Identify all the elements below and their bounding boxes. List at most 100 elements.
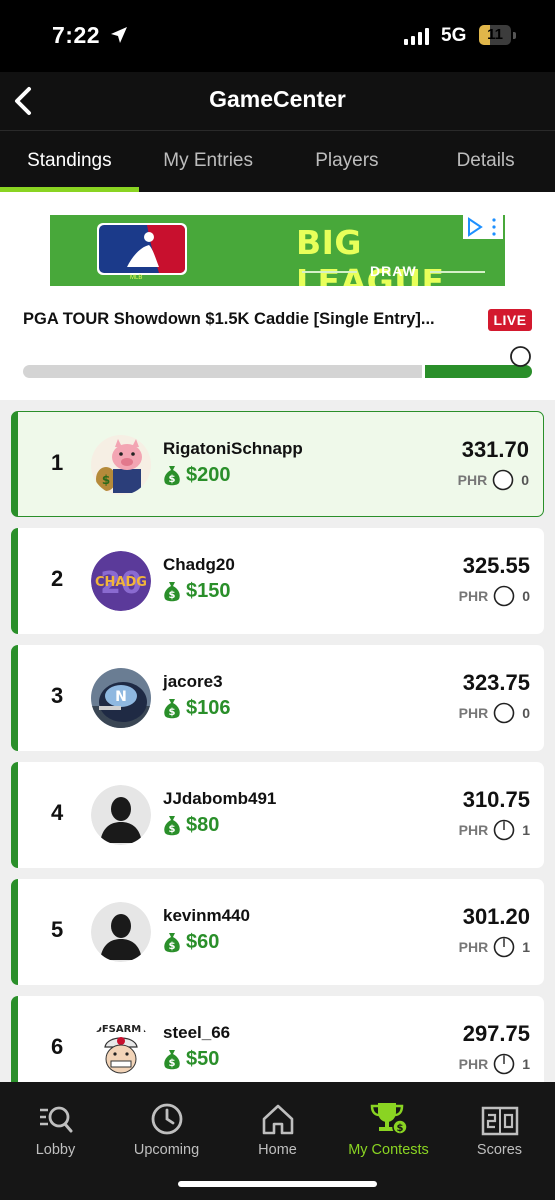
clock-icon <box>493 585 515 607</box>
home-icon <box>262 1104 293 1135</box>
mlb-logo <box>97 223 187 275</box>
clock-icon <box>492 469 514 491</box>
app-header: GameCenter <box>0 72 555 131</box>
helmet-avatar: N <box>91 668 151 728</box>
prize-amount: $80 <box>186 814 220 836</box>
svg-text:$: $ <box>169 941 176 952</box>
prize: $ $106 <box>163 697 231 720</box>
clock-icon <box>493 936 515 958</box>
prize: $ $200 <box>163 464 231 487</box>
nav-label: Scores <box>476 1142 523 1158</box>
battery-level: 11 <box>487 26 503 43</box>
phr-value: 1 <box>522 939 530 955</box>
standings-row[interactable]: 5 kevinm440 $ $60 301.20 PHR 1 <box>11 879 544 985</box>
lobby-search-icon <box>39 1106 72 1133</box>
phr-label: PHR <box>458 588 489 604</box>
rank: 1 <box>51 450 64 475</box>
clock-icon <box>493 702 515 724</box>
home-indicator <box>178 1181 377 1187</box>
nav-scores[interactable]: Scores <box>444 1082 555 1158</box>
username: steel_66 <box>163 1023 231 1042</box>
money-bag-icon: $ <box>164 932 180 952</box>
prize-amount: $200 <box>186 464 231 486</box>
rank: 4 <box>51 800 64 825</box>
rank: 2 <box>51 566 64 591</box>
phr-value: 0 <box>521 472 529 488</box>
money-bag-icon: $ <box>164 581 180 601</box>
svg-text:$: $ <box>169 474 176 485</box>
nav-label: Lobby <box>35 1142 76 1158</box>
page-title: GameCenter <box>209 86 346 112</box>
svg-text:N: N <box>115 689 127 705</box>
phr-indicator: PHR 1 <box>459 819 530 841</box>
money-bag-icon: $ <box>164 698 180 718</box>
tab-my-entries[interactable]: My Entries <box>139 131 278 192</box>
ad-logo-caption: MLB <box>130 275 143 281</box>
phr-indicator: PHR 0 <box>458 469 529 491</box>
rank: 5 <box>51 917 64 942</box>
tab-bar: Standings My Entries Players Details <box>0 131 555 192</box>
username: RigatoniSchnapp <box>163 439 303 458</box>
status-bar: 7:22 5G 11 <box>0 0 555 72</box>
standings-row[interactable]: 3 N jacore3 $ $106 323.75 PHR 0 <box>11 645 544 751</box>
fantasy-score: 310.75 <box>462 787 530 812</box>
battery-icon: 11 <box>479 25 511 45</box>
standings-row[interactable]: 4 JJdabomb491 $ $80 310.75 PHR 1 <box>11 762 544 868</box>
location-arrow-icon <box>111 27 127 43</box>
contest-progress-bar <box>23 365 532 378</box>
ad-choices-icon[interactable] <box>463 215 503 239</box>
phr-label: PHR <box>457 472 488 488</box>
svg-text:$: $ <box>169 590 176 601</box>
money-bag-icon: $ <box>164 465 180 485</box>
nav-upcoming[interactable]: Upcoming <box>111 1082 222 1158</box>
nav-home[interactable]: Home <box>222 1082 333 1158</box>
dfsarmy-text: DFSARMY <box>94 1024 150 1035</box>
rank: 3 <box>51 683 64 708</box>
contest-title[interactable]: PGA TOUR Showdown $1.5K Caddie [Single E… <box>23 310 435 329</box>
nav-label: Upcoming <box>133 1142 200 1158</box>
prize: $ $80 <box>163 814 219 837</box>
money-bag-icon: $ <box>164 1049 180 1069</box>
chadg-text: CHADG <box>95 575 147 590</box>
username: Chadg20 <box>163 555 235 574</box>
tab-standings[interactable]: Standings <box>0 131 139 192</box>
username: kevinm440 <box>163 906 250 925</box>
phr-indicator: PHR 1 <box>459 936 530 958</box>
svg-text:$: $ <box>396 1123 403 1134</box>
standings-list: 1 $ RigatoniSchnapp $ $200 331.70 PHR 0 <box>0 410 555 1082</box>
tab-players[interactable]: Players <box>278 131 417 192</box>
fantasy-score: 325.55 <box>462 553 530 578</box>
nav-my-contests[interactable]: $ My Contests <box>333 1082 444 1158</box>
phr-label: PHR <box>458 705 489 721</box>
trophy-icon: $ <box>370 1103 408 1135</box>
signal-icon <box>404 27 429 45</box>
clock-icon <box>151 1103 182 1135</box>
fantasy-score: 297.75 <box>462 1021 530 1046</box>
phr-value: 0 <box>522 588 530 604</box>
svg-text:$: $ <box>102 473 110 487</box>
status-time: 7:22 <box>52 22 101 48</box>
phr-label: PHR <box>458 1056 489 1072</box>
nav-lobby[interactable]: Lobby <box>0 1082 111 1158</box>
phr-label: PHR <box>458 939 489 955</box>
fantasy-score: 323.75 <box>462 670 530 695</box>
svg-text:$: $ <box>169 1058 176 1069</box>
standings-row[interactable]: 6 DFSARMY steel_66 $ $50 297.75 PHR 1 <box>11 996 544 1082</box>
standings-row[interactable]: 1 $ RigatoniSchnapp $ $200 331.70 PHR 0 <box>11 411 544 517</box>
svg-text:$: $ <box>169 824 176 835</box>
ad-banner[interactable]: MLB BIG LEAGUE DRAW <box>50 215 505 286</box>
tab-details[interactable]: Details <box>416 131 555 192</box>
dfsarmy-avatar: DFSARMY <box>91 1019 151 1079</box>
fantasy-score: 301.20 <box>462 904 530 929</box>
username: JJdabomb491 <box>163 789 277 808</box>
live-badge: LIVE <box>488 309 532 331</box>
prize-amount: $150 <box>186 580 231 602</box>
clock-icon <box>493 819 515 841</box>
scoreboard-icon <box>481 1106 518 1136</box>
network-label: 5G <box>441 25 467 46</box>
standings-row[interactable]: 2 20 CHADG Chadg20 $ $150 325.55 PHR 0 <box>11 528 544 634</box>
money-bag-icon: $ <box>164 815 180 835</box>
prize-amount: $50 <box>186 1048 220 1070</box>
ad-subtitle: DRAW <box>370 263 417 279</box>
prize: $ $150 <box>163 580 231 603</box>
